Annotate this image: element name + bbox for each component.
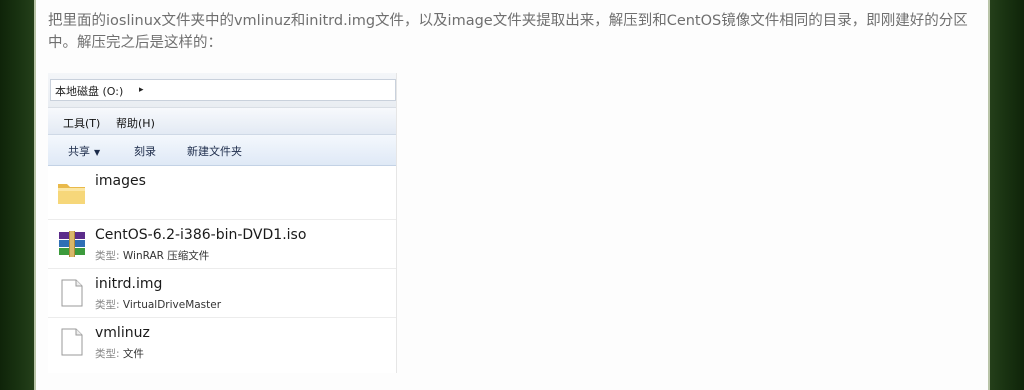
share-button-label: 共享 — [68, 145, 90, 158]
content-frame: 把里面的ioslinux文件夹中的vmlinuz和initrd.img文件，以及… — [34, 0, 990, 390]
file-type-key: 类型: — [95, 250, 120, 262]
address-bar: 本地磁盘 (O:) ▸ — [48, 73, 396, 108]
file-type-value: VirtualDriveMaster — [122, 299, 222, 311]
file-icon — [61, 279, 83, 307]
new-folder-button[interactable]: 新建文件夹 — [187, 143, 242, 159]
file-name: CentOS-6.2-i386-bin-DVD1.iso — [95, 227, 307, 243]
burn-button[interactable]: 刻录 — [134, 143, 156, 159]
menu-tools[interactable]: 工具(T) — [63, 115, 100, 131]
page-side-border-right — [990, 0, 1024, 390]
file-type: 类型: WinRAR 压缩文件 — [95, 248, 209, 263]
file-name: images — [95, 173, 146, 189]
menu-help[interactable]: 帮助(H) — [116, 115, 155, 131]
address-path[interactable]: 本地磁盘 (O:) — [55, 83, 123, 99]
explorer-screenshot: 本地磁盘 (O:) ▸ 工具(T) 帮助(H) 共享 ▼ 刻录 新建文件夹 im… — [48, 73, 397, 373]
file-row-vmlinuz[interactable]: vmlinuz 类型: 文件 — [48, 318, 396, 366]
file-icon — [61, 328, 83, 356]
command-toolbar: 共享 ▼ 刻录 新建文件夹 — [48, 135, 396, 166]
folder-icon — [58, 184, 85, 204]
file-type-value: 文件 — [122, 348, 144, 360]
page-side-border-left — [0, 0, 34, 390]
chevron-down-icon: ▼ — [94, 148, 101, 157]
menu-bar: 工具(T) 帮助(H) — [48, 108, 396, 135]
file-row-initrd[interactable]: initrd.img 类型: VirtualDriveMaster — [48, 269, 396, 318]
file-name: initrd.img — [95, 276, 163, 292]
winrar-archive-icon — [59, 231, 85, 257]
article-paragraph: 把里面的ioslinux文件夹中的vmlinuz和initrd.img文件，以及… — [48, 13, 968, 51]
article-page: 把里面的ioslinux文件夹中的vmlinuz和initrd.img文件，以及… — [36, 0, 988, 390]
address-box[interactable]: 本地磁盘 (O:) ▸ — [50, 79, 396, 101]
file-type: 类型: 文件 — [95, 346, 144, 361]
file-type: 类型: VirtualDriveMaster — [95, 297, 221, 312]
file-row-images[interactable]: images — [48, 166, 396, 220]
breadcrumb-arrow-icon[interactable]: ▸ — [139, 85, 144, 95]
file-type-value: WinRAR 压缩文件 — [122, 250, 210, 262]
file-type-key: 类型: — [95, 299, 120, 311]
file-row-centos-iso[interactable]: CentOS-6.2-i386-bin-DVD1.iso 类型: WinRAR … — [48, 220, 396, 269]
share-button[interactable]: 共享 ▼ — [68, 143, 100, 159]
file-type-key: 类型: — [95, 348, 120, 360]
file-name: vmlinuz — [95, 325, 150, 341]
